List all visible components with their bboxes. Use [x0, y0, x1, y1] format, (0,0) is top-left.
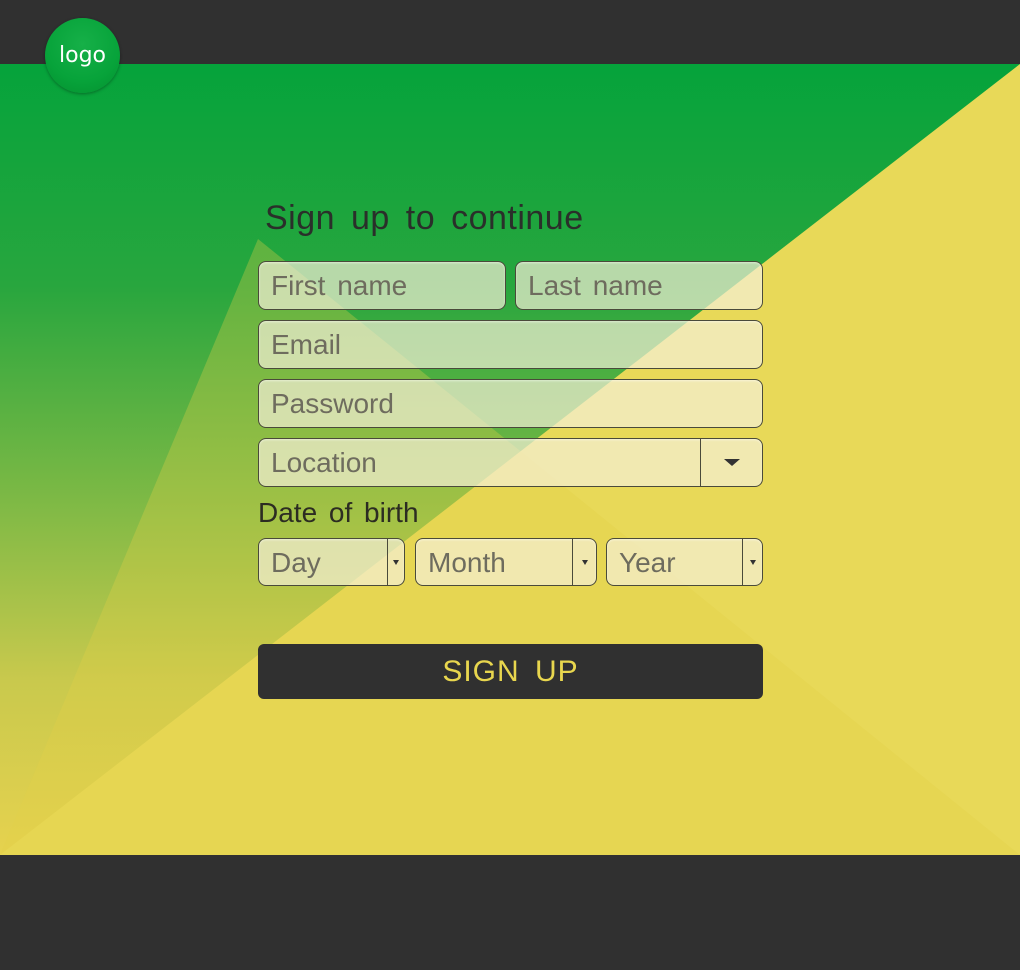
chevron-down-icon: [581, 559, 588, 565]
chevron-down-icon: [749, 559, 756, 565]
chevron-down-icon: [393, 559, 399, 565]
dob-year-select[interactable]: Year: [606, 538, 763, 586]
password-input[interactable]: Password: [258, 379, 763, 428]
bottom-bar: [0, 855, 1020, 970]
signup-button[interactable]: SIGN UP: [258, 644, 763, 699]
last-name-placeholder: Last name: [528, 270, 663, 301]
dob-label: Date of birth: [258, 497, 419, 528]
day-placeholder: Day: [271, 547, 321, 578]
month-placeholder: Month: [428, 547, 506, 578]
logo-text: logo: [59, 43, 106, 68]
chevron-down-icon: [723, 459, 740, 466]
last-name-input[interactable]: Last name: [515, 261, 763, 310]
location-select[interactable]: Location: [258, 438, 763, 487]
first-name-input[interactable]: First name: [258, 261, 506, 310]
year-dropdown-button[interactable]: [742, 539, 762, 585]
year-placeholder: Year: [619, 547, 676, 578]
day-dropdown-button[interactable]: [387, 539, 404, 585]
top-bar: [0, 0, 1020, 64]
first-name-placeholder: First name: [271, 270, 408, 301]
location-placeholder: Location: [271, 447, 377, 478]
signup-form: Sign up to continue First name Last name…: [258, 195, 763, 700]
dob-month-select[interactable]: Month: [415, 538, 597, 586]
password-placeholder: Password: [271, 388, 394, 419]
email-input[interactable]: Email: [258, 320, 763, 369]
form-title: Sign up to continue: [265, 199, 584, 237]
dob-day-select[interactable]: Day: [258, 538, 405, 586]
location-dropdown-button[interactable]: [700, 439, 762, 486]
logo[interactable]: logo: [45, 18, 120, 93]
month-dropdown-button[interactable]: [572, 539, 596, 585]
email-placeholder: Email: [271, 329, 342, 360]
